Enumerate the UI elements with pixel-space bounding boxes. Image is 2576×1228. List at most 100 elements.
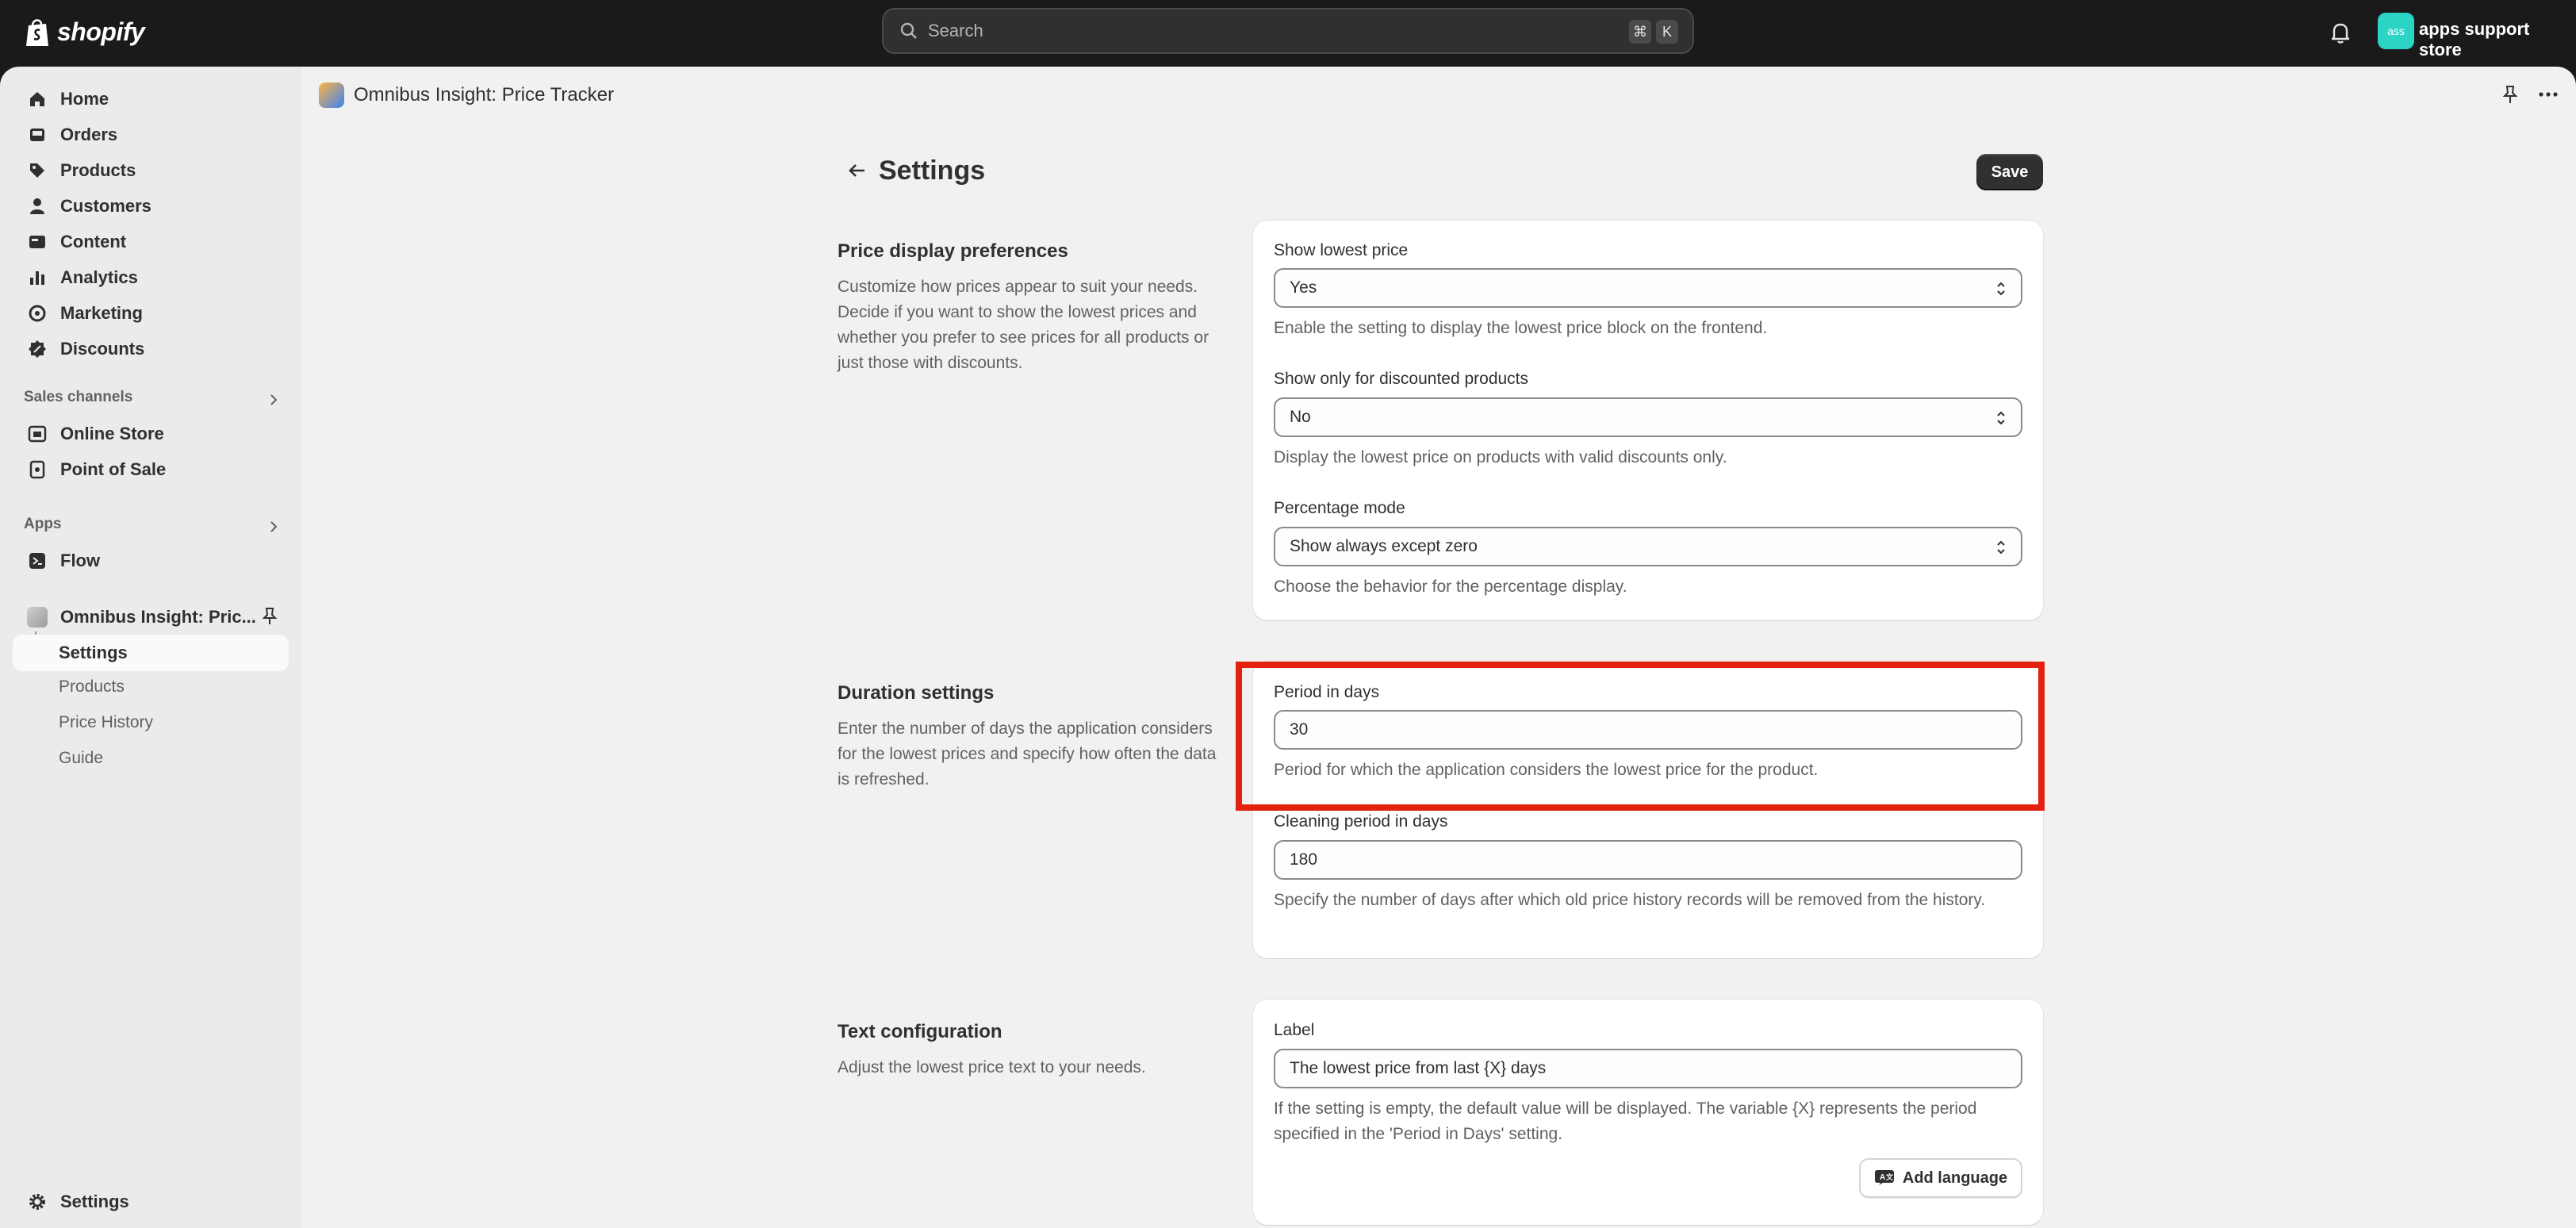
image-icon (29, 236, 45, 248)
search-input[interactable]: Search ⌘ K (882, 8, 1694, 54)
gear-icon (29, 1194, 45, 1210)
svg-text:文: 文 (1885, 1172, 1894, 1181)
percentage-mode-label: Percentage mode (1274, 499, 1405, 517)
language-icon: A文 (1874, 1170, 1894, 1185)
select-arrows-icon (1997, 411, 2005, 425)
sidebar-item-label: Omnibus Insight: Pric... (60, 607, 256, 627)
page-title: Settings (879, 155, 986, 186)
tag-icon (30, 163, 44, 178)
sidebar-item-label: Settings (60, 1192, 129, 1211)
app-title: Omnibus Insight: Price Tracker (354, 84, 615, 106)
sidebar-item-point-of-sale[interactable]: Point of Sale (13, 451, 289, 488)
duration-section-title: Duration settings (838, 682, 995, 704)
sidebar-item-label: Content (60, 232, 127, 251)
main-content: Omnibus Insight: Price Tracker Settings … (301, 67, 2576, 1228)
sidebar-item-orders[interactable]: Orders (13, 117, 289, 153)
sidebar-subitem-products[interactable]: Products (59, 677, 125, 697)
top-bar: shopify Search ⌘ K ass apps support stor… (0, 0, 2576, 67)
pin-icon[interactable] (260, 606, 279, 627)
label-field-label: Label (1274, 1021, 1315, 1039)
add-language-button[interactable]: A文 Add language (1859, 1158, 2022, 1198)
shopify-bag-icon (26, 19, 48, 46)
chevron-right-icon[interactable] (268, 390, 279, 409)
sidebar-item-label: Home (60, 89, 109, 109)
discounted-products-help: Display the lowest price on products wit… (1274, 448, 1727, 466)
back-arrow-icon[interactable] (845, 159, 869, 182)
more-options-icon[interactable] (2536, 84, 2560, 105)
sidebar-item-label: Analytics (60, 267, 138, 287)
sidebar-item-label: Customers (60, 196, 151, 216)
sidebar-item-omnibus-app[interactable]: Omnibus Insight: Pric... (13, 599, 289, 635)
target-icon (29, 305, 46, 322)
label-input[interactable]: The lowest price from last {X} days (1274, 1049, 2022, 1088)
app-logo (319, 83, 344, 108)
sidebar-subitem-guide[interactable]: Guide (59, 749, 103, 768)
cleaning-period-label: Cleaning period in days (1274, 812, 1448, 831)
show-lowest-price-select[interactable]: Yes (1274, 268, 2022, 308)
sidebar-item-label: Online Store (60, 424, 164, 443)
sidebar-item-analytics[interactable]: Analytics (13, 259, 289, 296)
sidebar-item-products[interactable]: Products (13, 152, 289, 189)
input-value: 180 (1290, 850, 1318, 869)
sidebar-item-discounts[interactable]: Discounts (13, 331, 289, 367)
highlight-box (1236, 662, 2045, 811)
sidebar-item-customers[interactable]: Customers (13, 188, 289, 224)
save-button[interactable]: Save (1976, 154, 2043, 190)
price-display-section-description: Customize how prices appear to suit your… (838, 278, 1209, 372)
sidebar-item-label: Orders (60, 125, 118, 144)
pin-icon[interactable] (2500, 84, 2520, 105)
pos-icon (29, 460, 45, 479)
apps-heading[interactable]: Apps (24, 516, 62, 533)
percentage-mode-select[interactable]: Show always except zero (1274, 527, 2022, 566)
percentage-mode-help: Choose the behavior for the percentage d… (1274, 578, 1627, 596)
discount-icon (29, 340, 46, 358)
sidebar-item-flow[interactable]: Flow (13, 543, 289, 579)
sidebar-subitem-settings[interactable]: Settings (13, 635, 289, 671)
chevron-right-icon[interactable] (268, 517, 279, 536)
notification-bell-icon[interactable] (2327, 19, 2354, 46)
sidebar-item-marketing[interactable]: Marketing (13, 295, 289, 332)
search-icon (900, 22, 917, 39)
shortcut-k-key: K (1656, 20, 1678, 44)
store-name[interactable]: apps support store (2419, 19, 2576, 60)
sidebar-item-settings[interactable]: Settings (13, 1184, 289, 1220)
store-avatar[interactable]: ass (2378, 13, 2414, 49)
select-arrows-icon (1997, 282, 2005, 296)
text-config-section-description: Adjust the lowest price text to your nee… (838, 1058, 1146, 1076)
discounted-products-label: Show only for discounted products (1274, 370, 1529, 388)
duration-section-description: Enter the number of days the application… (838, 720, 1217, 789)
sidebar-subitem-price-history[interactable]: Price History (59, 713, 153, 732)
price-display-section-title: Price display preferences (838, 240, 1068, 262)
select-value: No (1290, 408, 1311, 426)
sidebar: Home Orders Products Customers Content A… (0, 67, 301, 1228)
select-arrows-icon (1997, 540, 2005, 555)
select-value: Yes (1290, 278, 1317, 297)
search-placeholder: Search (928, 21, 983, 40)
sidebar-item-label: Discounts (60, 339, 145, 359)
brand-name: shopify (57, 17, 145, 46)
app-icon (27, 607, 48, 627)
shortcut-cmd-key: ⌘ (1629, 20, 1651, 44)
home-icon (30, 92, 44, 106)
person-icon (30, 198, 44, 214)
select-value: Show always except zero (1290, 537, 1478, 555)
sidebar-item-home[interactable]: Home (13, 81, 289, 117)
label-help: If the setting is empty, the default val… (1274, 1099, 1977, 1143)
sidebar-item-label: Products (60, 160, 136, 180)
sidebar-item-online-store[interactable]: Online Store (13, 416, 289, 452)
sidebar-item-label: Flow (60, 551, 101, 570)
input-value: The lowest price from last {X} days (1290, 1059, 1547, 1077)
sidebar-item-label: Point of Sale (60, 459, 167, 479)
cleaning-period-input[interactable]: 180 (1274, 840, 2022, 880)
sidebar-item-content[interactable]: Content (13, 224, 289, 260)
discounted-products-select[interactable]: No (1274, 397, 2022, 437)
add-language-label: Add language (1902, 1169, 2008, 1187)
inbox-icon (30, 129, 44, 141)
sales-channels-heading[interactable]: Sales channels (24, 389, 132, 406)
bar-chart-icon (30, 271, 44, 285)
shopify-logo[interactable]: shopify (24, 16, 145, 48)
show-lowest-price-label: Show lowest price (1274, 241, 1409, 259)
show-lowest-price-help: Enable the setting to display the lowest… (1274, 319, 1768, 337)
text-config-section-title: Text configuration (838, 1021, 1002, 1042)
store-icon (28, 425, 47, 443)
